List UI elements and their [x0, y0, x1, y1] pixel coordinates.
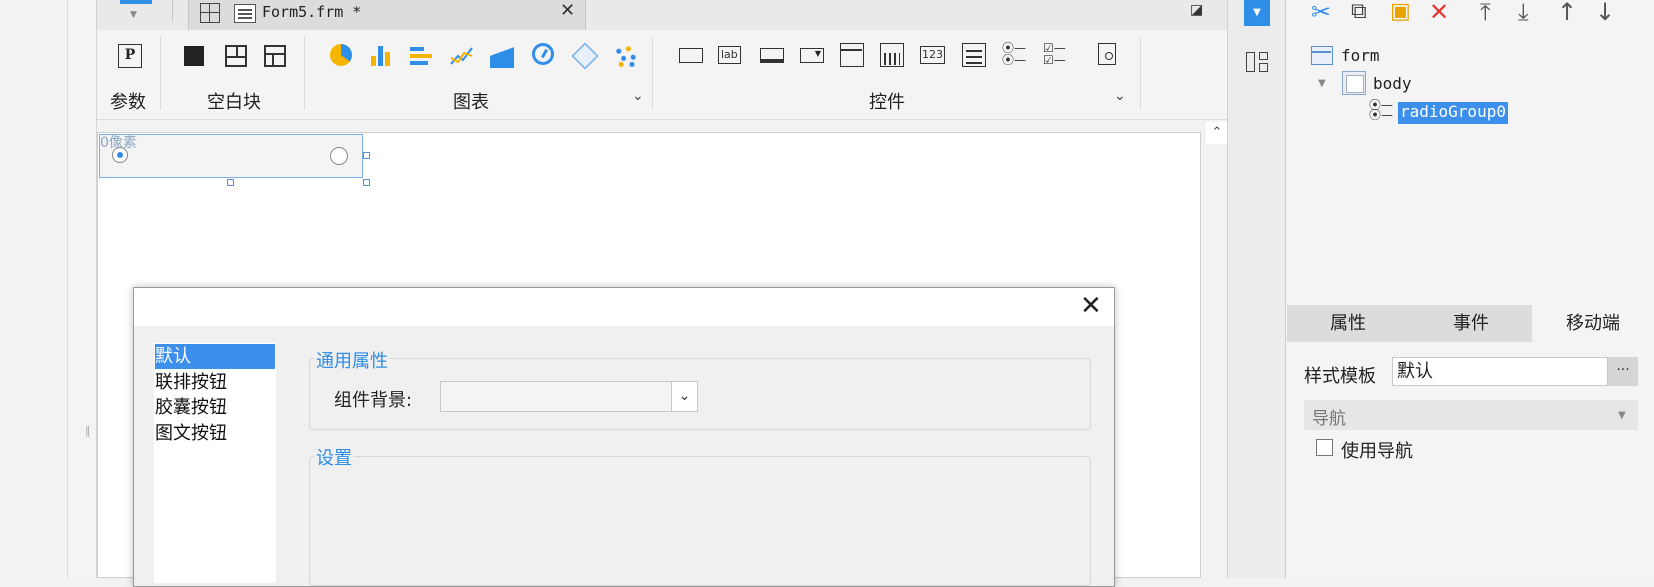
layout-grid-icon[interactable] — [200, 3, 220, 23]
copy-icon[interactable]: ⧉ — [1351, 0, 1367, 24]
section-settings-title: 设置 — [314, 444, 354, 470]
tab-indicator — [120, 0, 152, 4]
resize-handle[interactable] — [363, 152, 370, 159]
radio-group-widget[interactable] — [99, 134, 363, 178]
split-block-icon[interactable] — [225, 45, 247, 67]
ribbon-separator — [652, 36, 653, 110]
general-properties-box — [309, 358, 1091, 430]
resize-handle[interactable] — [227, 179, 234, 186]
move-up-icon[interactable]: ↑ — [1557, 0, 1577, 24]
style-template-label: 样式模板 — [1304, 366, 1376, 387]
group-label-widget: 控件 — [869, 92, 905, 113]
widget-panel-icon[interactable]: ▼ — [1244, 0, 1270, 26]
body-node-icon — [1342, 71, 1366, 95]
text-area-icon[interactable] — [962, 43, 986, 67]
dialog-titlebar[interactable] — [134, 288, 1114, 326]
tab-title[interactable]: Form5.frm * — [262, 3, 361, 21]
paste-icon[interactable]: ▣ — [1390, 0, 1411, 24]
tab-divider — [172, 0, 173, 22]
preview-icon[interactable] — [1098, 43, 1116, 65]
scatter-chart-icon[interactable] — [614, 44, 638, 68]
tab-events[interactable]: 事件 — [1410, 305, 1532, 342]
list-item[interactable]: 胶囊按钮 — [155, 395, 275, 420]
chevron-down-icon[interactable]: ▼ — [1618, 410, 1626, 421]
list-item[interactable]: 图文按钮 — [155, 421, 275, 446]
ribbon-separator — [304, 36, 305, 110]
text-field-icon[interactable] — [679, 48, 703, 63]
move-down-icon[interactable]: ↓ — [1595, 0, 1615, 24]
group-label-blank: 空白块 — [207, 92, 261, 113]
navigation-section-title: 导航 — [1312, 409, 1346, 429]
move-to-top-icon[interactable]: ⤒ — [1480, 0, 1491, 24]
widget-size-label: 0像素 — [100, 135, 137, 151]
dialog-close-icon[interactable]: ✕ — [1080, 292, 1102, 320]
line-chart-icon[interactable] — [450, 44, 474, 68]
tab-properties[interactable]: 属性 — [1287, 305, 1409, 342]
group-label-chart: 图表 — [453, 92, 489, 113]
chevron-down-icon[interactable]: ▼ — [130, 10, 137, 20]
label-icon[interactable]: lab — [718, 46, 741, 64]
combo-box-icon[interactable]: ▼ — [800, 48, 824, 63]
navigation-section-header[interactable] — [1304, 400, 1638, 430]
left-collapsed-rail[interactable] — [68, 0, 97, 578]
chevron-down-icon[interactable]: ⌄ — [671, 382, 697, 411]
button-icon[interactable] — [760, 48, 784, 63]
list-item[interactable]: 默认 — [155, 344, 275, 369]
chevron-down-icon[interactable]: ⌄ — [632, 88, 644, 104]
bar-chart-icon[interactable] — [370, 44, 394, 68]
tree-combo-icon[interactable] — [840, 43, 864, 67]
tab-mobile[interactable]: 移动端 — [1532, 305, 1654, 342]
tree-collapse-icon[interactable]: ▼ — [1318, 78, 1326, 89]
tree-node-body[interactable]: body — [1373, 74, 1412, 93]
table-block-icon[interactable] — [264, 45, 286, 67]
list-item[interactable]: 联排按钮 — [155, 370, 275, 395]
resize-handle[interactable] — [363, 179, 370, 186]
more-options-button[interactable]: ··· — [1608, 357, 1638, 386]
section-general-title: 通用属性 — [314, 347, 390, 373]
chevron-down-icon[interactable]: ⌄ — [1114, 88, 1126, 104]
cut-icon[interactable]: ✂ — [1311, 0, 1331, 24]
scroll-up-icon[interactable]: ⌃ — [1206, 122, 1228, 144]
radio-option[interactable] — [330, 147, 348, 165]
style-template-field[interactable]: 默认 — [1392, 357, 1608, 386]
form-file-icon — [234, 4, 256, 23]
side-dock — [1227, 0, 1286, 578]
form-node-icon — [1311, 46, 1333, 65]
date-picker-icon[interactable] — [880, 43, 904, 67]
ribbon-separator — [1140, 36, 1141, 110]
move-to-bottom-icon[interactable]: ⤓ — [1518, 0, 1529, 24]
tab-close-icon[interactable]: ✕ — [560, 0, 575, 21]
use-navigation-checkbox[interactable] — [1316, 439, 1333, 456]
tree-node-radiogroup[interactable]: radioGroup0 — [1398, 102, 1508, 124]
rail-resize-handle[interactable]: ‖ — [85, 424, 91, 438]
gauge-chart-icon[interactable] — [532, 43, 554, 65]
use-navigation-label[interactable]: 使用导航 — [1341, 437, 1413, 463]
radio-group-node-icon: ⦿— ⦿— — [1369, 98, 1394, 122]
delete-icon[interactable]: ✕ — [1429, 0, 1449, 24]
checkbox-group-icon[interactable]: ☑— ☑— — [1043, 42, 1066, 66]
component-background-select[interactable] — [440, 381, 698, 412]
component-background-label: 组件背景: — [334, 390, 413, 411]
settings-box — [309, 456, 1091, 586]
tree-node-form[interactable]: form — [1341, 46, 1380, 65]
group-label-param: 参数 — [110, 92, 146, 113]
horizontal-bar-icon[interactable] — [410, 44, 434, 68]
tab-list-menu-icon[interactable]: ◪ — [1190, 2, 1203, 18]
area-chart-icon[interactable] — [490, 44, 514, 68]
layout-panel-icon[interactable] — [1246, 52, 1270, 74]
radio-group-icon[interactable]: ⦿— ⦿— — [1002, 42, 1026, 66]
parameter-icon[interactable]: P — [118, 44, 142, 68]
ribbon-separator — [160, 36, 161, 110]
number-field-icon[interactable]: 123 — [920, 46, 945, 64]
left-edge-panel — [0, 0, 68, 578]
blank-block-icon[interactable] — [184, 46, 204, 66]
pie-chart-icon[interactable] — [330, 44, 352, 66]
